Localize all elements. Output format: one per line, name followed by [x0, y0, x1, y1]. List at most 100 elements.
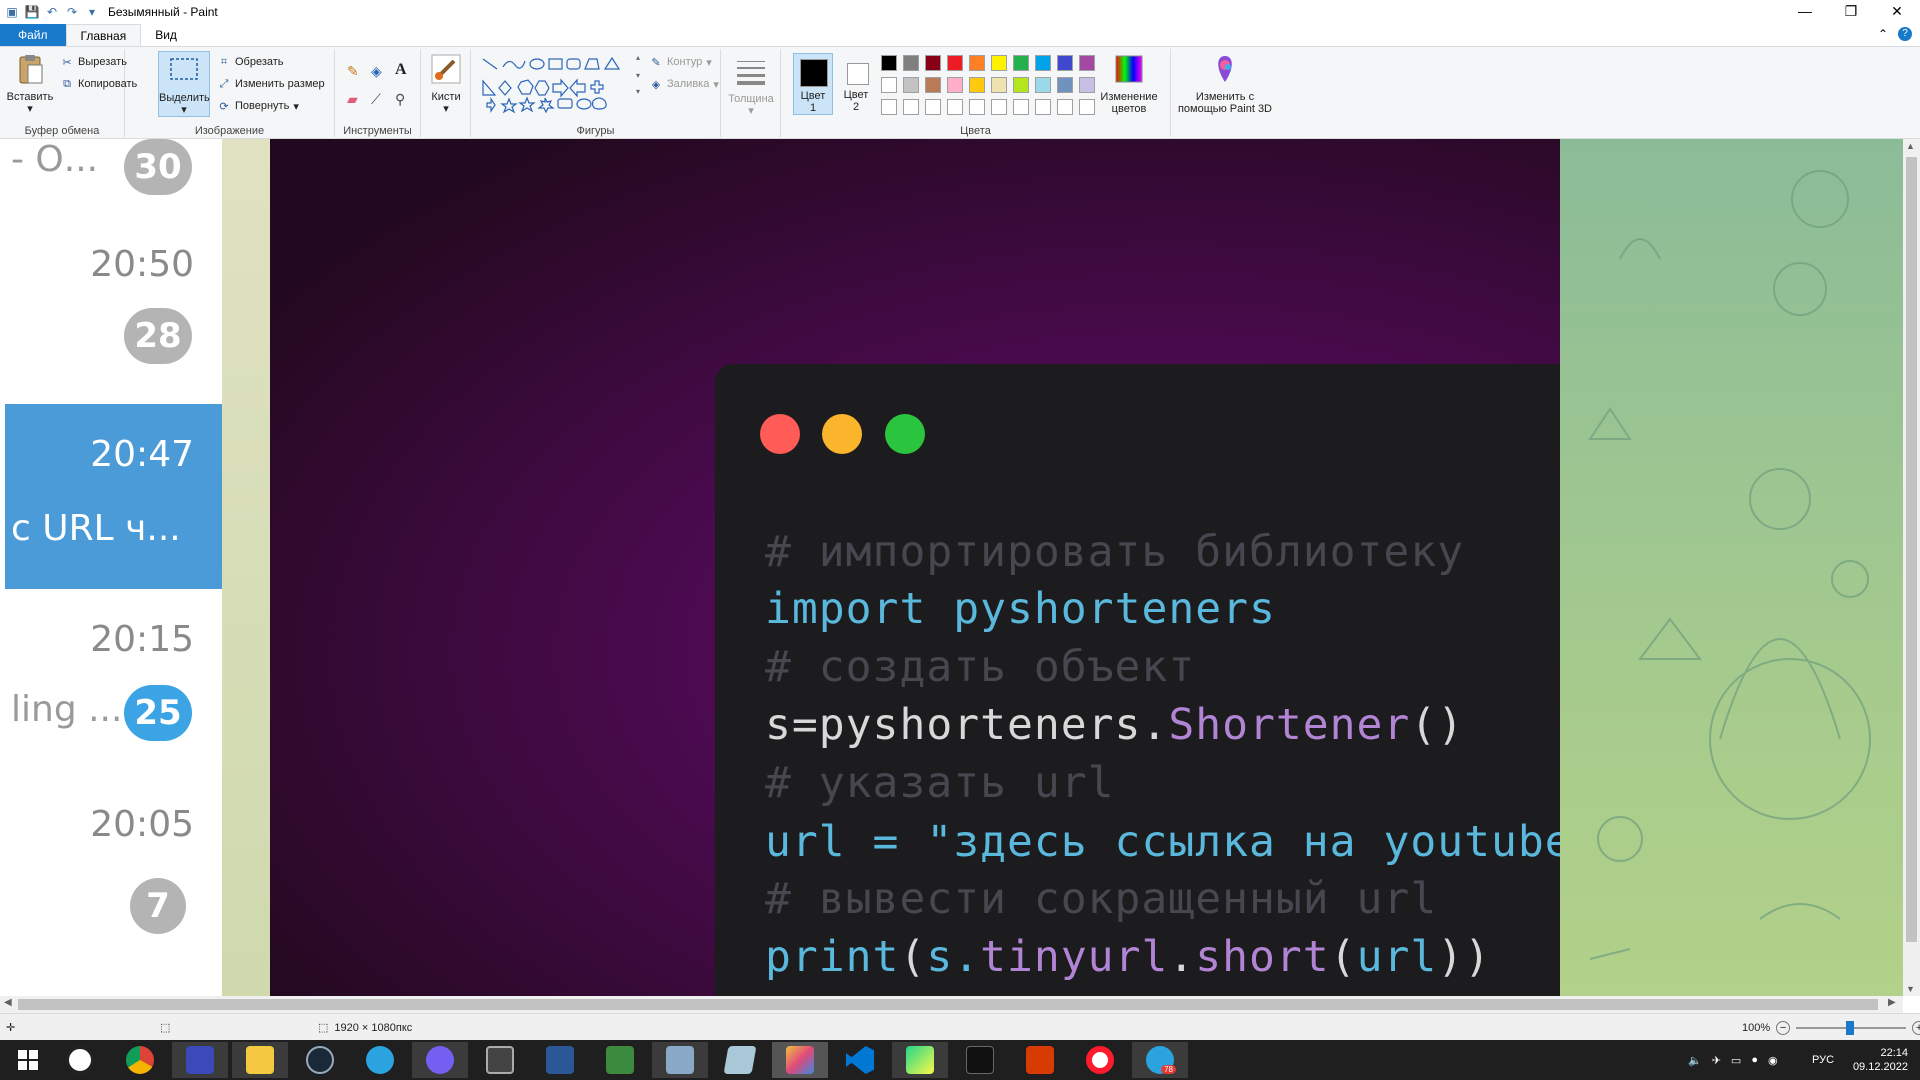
scroll-up-icon[interactable]: ▴	[636, 53, 640, 62]
magnifier-icon[interactable]: ⚲	[395, 91, 405, 108]
scroll-left-icon[interactable]: ◀	[4, 997, 12, 1008]
zoom-in-icon[interactable]: +	[1912, 1021, 1920, 1035]
help-icon[interactable]: ?	[1898, 27, 1912, 41]
taskbar-steam[interactable]	[292, 1042, 348, 1078]
pencil-icon[interactable]: ✎	[347, 63, 359, 80]
vertical-scroll-thumb[interactable]	[1906, 157, 1917, 942]
brushes-button[interactable]: Кисти ▾	[425, 53, 467, 115]
taskbar-app-green[interactable]	[592, 1042, 648, 1078]
paint3d-button[interactable]: Изменить с помощью Paint 3D	[1175, 53, 1275, 115]
vertical-scrollbar[interactable]: ▲ ▼	[1903, 139, 1920, 996]
taskbar-remote-desktop[interactable]	[652, 1042, 708, 1078]
shapes-gallery[interactable]	[481, 55, 631, 115]
palette-swatch[interactable]	[881, 55, 897, 71]
taskbar-ryzen-master[interactable]	[952, 1042, 1008, 1078]
palette-swatch[interactable]	[991, 77, 1007, 93]
tray-app-icon[interactable]: ●	[1751, 1054, 1758, 1066]
color1-button[interactable]: Цвет 1	[793, 53, 833, 115]
taskbar-calculator[interactable]	[472, 1042, 528, 1078]
palette-swatch[interactable]	[1079, 55, 1095, 71]
taskbar-app-panda[interactable]	[52, 1042, 108, 1078]
scroll-down-icon[interactable]: ▼	[1906, 984, 1915, 994]
fill-button[interactable]: ◈ Заливка ▾	[649, 77, 719, 91]
palette-swatch[interactable]	[947, 55, 963, 71]
palette-swatch[interactable]	[969, 99, 985, 115]
taskbar-app-box[interactable]	[712, 1042, 768, 1078]
palette-swatch[interactable]	[947, 99, 963, 115]
paste-button[interactable]: Вставить ▾	[4, 53, 56, 115]
notifications-icon[interactable]: ▭	[1731, 1054, 1741, 1067]
palette-swatch[interactable]	[1057, 99, 1073, 115]
palette-swatch[interactable]	[1079, 99, 1095, 115]
viber-tray-icon[interactable]: ◉	[1768, 1054, 1778, 1067]
redo-icon[interactable]: ↷	[64, 4, 80, 20]
taskbar-app-chart[interactable]	[532, 1042, 588, 1078]
palette-swatch[interactable]	[969, 55, 985, 71]
save-icon[interactable]: 💾	[24, 4, 40, 20]
taskbar-vscode[interactable]	[832, 1042, 888, 1078]
palette-swatch[interactable]	[903, 77, 919, 93]
palette-swatch[interactable]	[1035, 55, 1051, 71]
palette-swatch[interactable]	[1013, 77, 1029, 93]
select-button[interactable]: Выделить ▾	[158, 51, 210, 117]
taskbar-floppy-app[interactable]	[172, 1042, 228, 1078]
tab-file[interactable]: Файл	[0, 24, 66, 46]
tab-view[interactable]: Вид	[141, 24, 191, 46]
outline-button[interactable]: ✎ Контур ▾	[649, 55, 711, 69]
crop-button[interactable]: ⌗ Обрезать	[217, 55, 284, 69]
expand-gallery-icon[interactable]: ▾	[636, 87, 640, 96]
palette-swatch[interactable]	[925, 99, 941, 115]
palette-swatch[interactable]	[1057, 55, 1073, 71]
zoom-out-icon[interactable]: −	[1776, 1021, 1791, 1035]
palette-swatch[interactable]	[881, 77, 897, 93]
taskbar-viber[interactable]	[412, 1042, 468, 1078]
rotate-button[interactable]: ⟳ Повернуть ▾	[217, 99, 298, 113]
palette-swatch[interactable]	[903, 55, 919, 71]
taskbar-office[interactable]	[1012, 1042, 1068, 1078]
taskbar-paint[interactable]	[772, 1042, 828, 1078]
close-button[interactable]: ✕	[1874, 0, 1920, 24]
zoom-slider[interactable]	[1796, 1021, 1907, 1035]
minimize-button[interactable]: —	[1782, 0, 1828, 24]
cut-button[interactable]: ✂ Вырезать	[60, 55, 127, 69]
fill-bucket-icon[interactable]: ◈	[371, 63, 382, 80]
network-icon[interactable]: ✈	[1712, 1054, 1721, 1067]
taskbar-opera[interactable]	[1072, 1042, 1128, 1078]
taskbar-telegram[interactable]	[352, 1042, 408, 1078]
taskbar-pycharm[interactable]	[892, 1042, 948, 1078]
size-button[interactable]: Толщина ▾	[725, 55, 777, 117]
palette-swatch[interactable]	[947, 77, 963, 93]
horizontal-scroll-thumb[interactable]	[18, 999, 1878, 1010]
start-button[interactable]	[0, 1042, 56, 1078]
palette-swatch[interactable]	[991, 99, 1007, 115]
color2-button[interactable]: Цвет 2	[837, 53, 877, 115]
eraser-icon[interactable]: ▰	[347, 91, 358, 108]
palette-swatch[interactable]	[1035, 99, 1051, 115]
chevron-down-icon[interactable]: ▾	[4, 103, 56, 115]
taskbar-chrome[interactable]	[112, 1042, 168, 1078]
palette-swatch[interactable]	[925, 55, 941, 71]
palette-swatch[interactable]	[991, 55, 1007, 71]
edit-colors-button[interactable]: Изменение цветов	[1096, 53, 1162, 115]
taskbar-explorer[interactable]	[232, 1042, 288, 1078]
palette-swatch[interactable]	[1035, 77, 1051, 93]
palette-swatch[interactable]	[1013, 55, 1029, 71]
input-language[interactable]: РУС	[1812, 1040, 1834, 1080]
volume-icon[interactable]: 🔈	[1688, 1054, 1702, 1067]
clock[interactable]: 22:14 09.12.2022	[1848, 1040, 1908, 1080]
undo-icon[interactable]: ↶	[44, 4, 60, 20]
resize-button[interactable]: ⤢ Изменить размер	[217, 77, 325, 91]
palette-swatch[interactable]	[1079, 77, 1095, 93]
taskbar-telegram-2[interactable]: 78	[1132, 1042, 1188, 1078]
maximize-button[interactable]: ❐	[1828, 0, 1874, 24]
text-tool-icon[interactable]: A	[395, 61, 407, 79]
palette-swatch[interactable]	[969, 77, 985, 93]
palette-swatch[interactable]	[1013, 99, 1029, 115]
scroll-up-icon[interactable]: ▲	[1906, 141, 1915, 151]
palette-swatch[interactable]	[903, 99, 919, 115]
color-picker-icon[interactable]: ⟋	[371, 91, 381, 108]
horizontal-scrollbar[interactable]: ◀ ▶	[0, 996, 1903, 1013]
scroll-right-icon[interactable]: ▶	[1888, 997, 1896, 1008]
zoom-slider-thumb[interactable]	[1846, 1021, 1855, 1035]
palette-swatch[interactable]	[1057, 77, 1073, 93]
